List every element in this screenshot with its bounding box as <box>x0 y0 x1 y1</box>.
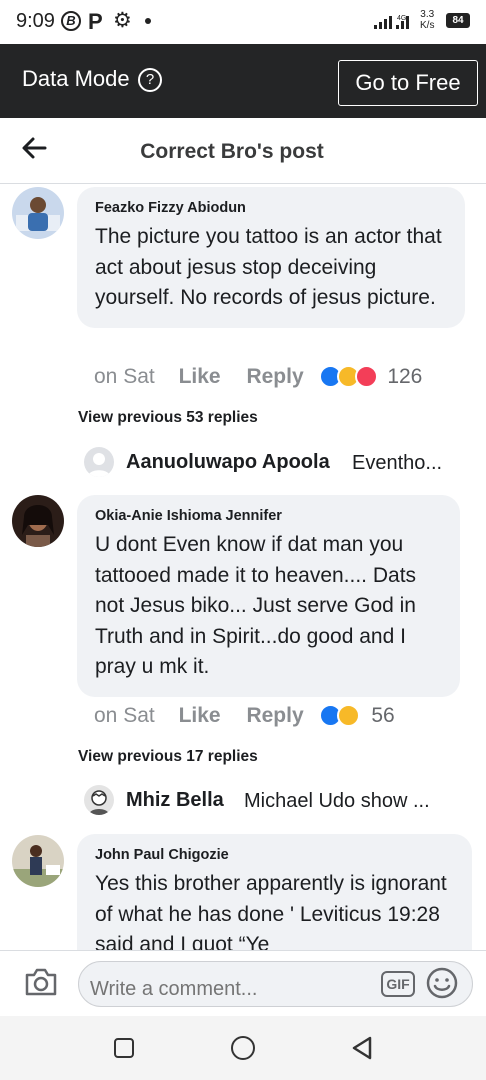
reply-snippet: Eventho... <box>352 452 443 474</box>
comment-actions: on Sat Like Reply 56 <box>94 704 395 728</box>
reply-button[interactable]: Reply <box>246 704 303 728</box>
love-reaction-icon <box>355 365 379 389</box>
emoji-icon[interactable] <box>426 967 458 999</box>
avatar[interactable] <box>12 835 64 887</box>
comment-text: The picture you tattoo is an actor that … <box>95 225 442 309</box>
reactions[interactable] <box>319 365 381 389</box>
avatar <box>84 447 114 477</box>
camera-icon[interactable] <box>24 967 58 997</box>
avatar <box>84 785 114 815</box>
network-label: 4G <box>397 15 406 22</box>
like-button[interactable]: Like <box>179 704 221 728</box>
system-nav-bar <box>0 1016 486 1080</box>
avatar[interactable] <box>12 495 64 547</box>
post-header: Correct Bro's post <box>0 118 486 184</box>
avatar[interactable] <box>12 187 64 239</box>
reaction-count[interactable]: 126 <box>387 365 422 389</box>
comment-author[interactable]: Feazko Fizzy Abiodun <box>95 200 447 216</box>
page-title: Correct Bro's post <box>140 140 324 163</box>
haha-reaction-icon <box>337 704 361 728</box>
comment-text: U dont Even know if dat man you tattooed… <box>95 533 417 678</box>
latest-reply[interactable]: Mhiz Bella Michael Udo show ... <box>84 785 464 819</box>
comments-feed[interactable]: Feazko Fizzy Abiodun The picture you tat… <box>0 185 486 950</box>
gear-icon: ⚙ <box>113 9 132 32</box>
comment-author[interactable]: John Paul Chigozie <box>95 847 454 863</box>
go-to-free-button[interactable]: Go to Free <box>338 60 478 106</box>
status-time: 9:09 <box>16 10 55 32</box>
data-mode-label: Data Mode <box>22 66 130 91</box>
comment-author[interactable]: Okia-Anie Ishioma Jennifer <box>95 508 442 524</box>
comment-actions: on Sat Like Reply 126 <box>94 365 422 389</box>
p-icon: P <box>88 9 103 34</box>
b-icon: B <box>61 11 81 31</box>
reply-button[interactable]: Reply <box>246 365 303 389</box>
recent-apps-icon[interactable] <box>114 1038 134 1058</box>
help-icon[interactable]: ? <box>138 68 162 92</box>
comment-time: on Sat <box>94 704 155 727</box>
home-icon[interactable] <box>231 1036 255 1060</box>
comment-composer: GIF <box>0 950 486 1016</box>
comment-bubble[interactable]: Okia-Anie Ishioma Jennifer U dont Even k… <box>77 495 460 697</box>
data-mode-bar: Data Mode ? Go to Free <box>0 44 486 118</box>
status-bar: 9:09 B P ⚙ 4G 3.3 K/s 84 <box>0 0 486 44</box>
latest-reply[interactable]: Aanuoluwapo Apoola Eventho... <box>84 447 464 481</box>
like-button[interactable]: Like <box>179 365 221 389</box>
reply-author: Aanuoluwapo Apoola <box>126 451 330 473</box>
reaction-count[interactable]: 56 <box>371 704 394 728</box>
notification-dot-icon <box>145 18 151 24</box>
comment-bubble[interactable]: John Paul Chigozie Yes this brother appa… <box>77 834 472 950</box>
comment-text: Yes this brother apparently is ignorant … <box>95 872 447 950</box>
view-previous-replies[interactable]: View previous 53 replies <box>78 409 258 427</box>
network-speed: 3.3 K/s <box>420 9 435 31</box>
reply-author: Mhiz Bella <box>126 789 224 811</box>
gif-icon[interactable]: GIF <box>381 971 415 997</box>
comment-bubble[interactable]: Feazko Fizzy Abiodun The picture you tat… <box>77 187 465 328</box>
battery-icon: 84 <box>446 13 470 28</box>
comment-time: on Sat <box>94 365 155 388</box>
reactions[interactable] <box>319 704 365 728</box>
view-previous-replies[interactable]: View previous 17 replies <box>78 748 258 766</box>
signal-icon: 4G <box>374 15 409 29</box>
back-icon[interactable] <box>350 1035 374 1061</box>
reply-snippet: Michael Udo show ... <box>244 790 430 812</box>
